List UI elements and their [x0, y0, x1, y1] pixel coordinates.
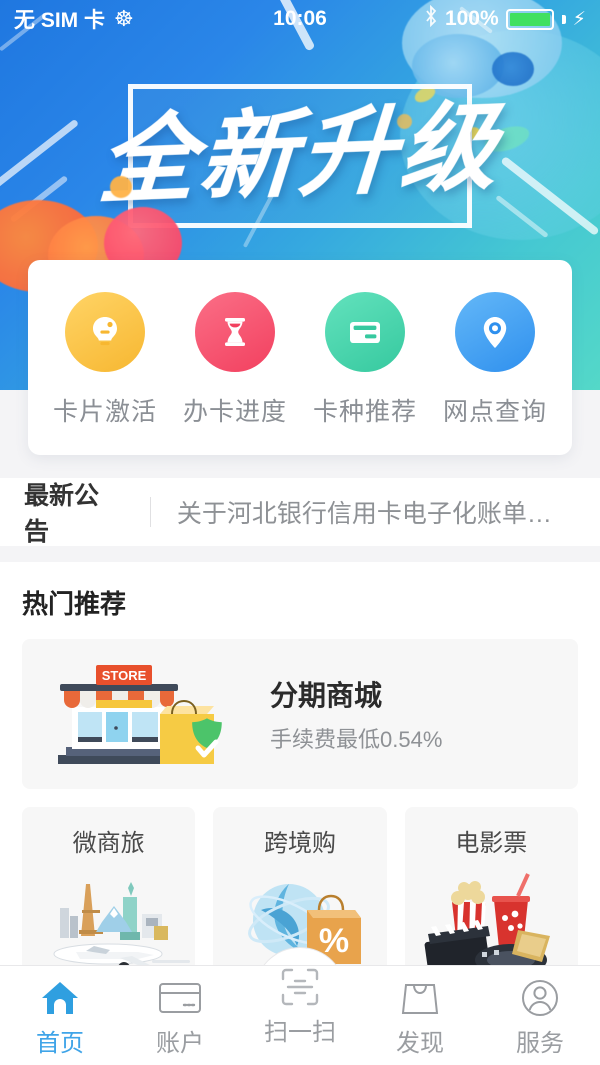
announcement-title: 最新公告 — [24, 482, 100, 546]
promo-installment-mall[interactable]: STORE 分期商城 手续费最低0.54% — [22, 639, 578, 789]
credit-card-icon — [325, 292, 405, 372]
tile-travel[interactable]: 微商旅 — [22, 807, 196, 987]
hourglass-icon — [195, 292, 275, 372]
tab-service[interactable]: 服务 — [480, 966, 600, 1065]
announcement-text[interactable]: 关于河北银行信用卡电子化账单服… — [177, 494, 576, 530]
quick-action-card-recommend[interactable]: 卡种推荐 — [303, 292, 427, 428]
tab-scan[interactable]: 扫一扫 — [240, 966, 360, 1065]
quick-action-label: 卡片激活 — [52, 398, 157, 426]
tile-label: 微商旅 — [72, 830, 145, 857]
quick-action-label: 卡种推荐 — [312, 398, 417, 426]
quick-action-label: 办卡进度 — [182, 398, 287, 426]
location-pin-icon — [455, 292, 535, 372]
card-icon — [158, 977, 202, 1019]
app-screen: 全新升级 无 SIM 卡 ☸ 10:06 100% ⚡ 卡片激活 办卡进度 卡种… — [0, 0, 600, 1065]
promo-heading: 分期商城 — [270, 680, 383, 711]
tab-label: 发现 — [396, 1030, 444, 1057]
home-icon — [39, 977, 81, 1019]
promo-subheading: 手续费最低0.54% — [270, 727, 443, 752]
status-bar-right: 100% ⚡ — [424, 4, 586, 33]
section-title: 热门推荐 — [22, 589, 127, 619]
battery-cap — [561, 14, 566, 24]
quick-action-label: 网点查询 — [442, 398, 547, 426]
bottom-tab-bar: 首页 账户 扫一扫 发现 服务 — [0, 965, 600, 1065]
promo-text-block: 分期商城 手续费最低0.54% — [270, 674, 442, 754]
tile-label: 电影票 — [455, 830, 528, 857]
quick-action-card-activate[interactable]: 卡片激活 — [43, 292, 167, 428]
quick-action-application-progress[interactable]: 办卡进度 — [173, 292, 297, 428]
battery-percent-label: 100% — [444, 7, 499, 30]
tab-account[interactable]: 账户 — [120, 966, 240, 1065]
tab-home[interactable]: 首页 — [0, 966, 120, 1065]
tile-label: 跨境购 — [263, 830, 336, 857]
quick-actions-card: 卡片激活 办卡进度 卡种推荐 网点查询 — [28, 260, 572, 455]
announcement-bar[interactable]: 最新公告 关于河北银行信用卡电子化账单服… — [0, 478, 600, 546]
bag-icon — [400, 977, 440, 1019]
storefront-illustration: STORE — [40, 652, 250, 777]
person-icon — [521, 977, 559, 1019]
tile-movie-ticket[interactable]: 电影票 — [404, 807, 578, 987]
decor-dot-orange — [110, 176, 132, 198]
svg-text:STORE: STORE — [102, 668, 147, 683]
scan-icon — [279, 966, 321, 1008]
charging-bolt-icon: ⚡ — [572, 8, 586, 30]
tab-label: 首页 — [36, 1030, 84, 1057]
divider — [149, 497, 151, 527]
tab-label: 扫一扫 — [264, 1019, 336, 1046]
lightbulb-icon — [65, 292, 145, 372]
tab-discover[interactable]: 发现 — [360, 966, 480, 1065]
tab-label: 服务 — [516, 1030, 564, 1057]
battery-icon — [505, 8, 554, 30]
quick-action-branch-lookup[interactable]: 网点查询 — [433, 292, 557, 428]
tab-label: 账户 — [156, 1030, 204, 1057]
bluetooth-icon — [424, 4, 438, 33]
status-bar: 无 SIM 卡 ☸ 10:06 100% ⚡ — [0, 0, 600, 38]
